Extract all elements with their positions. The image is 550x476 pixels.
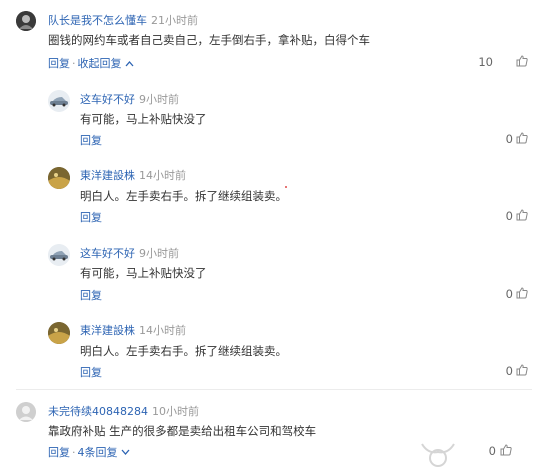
separator: ·	[72, 57, 76, 70]
thumbs-up-icon[interactable]	[516, 132, 528, 144]
thumbs-up-icon[interactable]	[500, 444, 512, 456]
reply-time: 9小时前	[139, 247, 179, 260]
reply-text: 有可能，马上补贴快没了	[80, 266, 207, 280]
reply-button[interactable]: 回复	[48, 446, 70, 459]
avatar[interactable]	[16, 402, 36, 422]
stray-dot	[285, 186, 287, 188]
reply-time: 14小时前	[139, 324, 186, 337]
comment-text: 圈钱的网约车或者自己卖自己，左手倒右手，拿补贴，白得个车	[48, 33, 370, 47]
reply-button[interactable]: 回复	[80, 364, 102, 380]
avatar[interactable]	[48, 90, 70, 112]
comment-username[interactable]: 未完待续40848284 10小时前	[48, 403, 199, 419]
reply-username[interactable]: 東洋建設株 14小时前	[80, 167, 186, 183]
avatar[interactable]	[48, 322, 70, 344]
reply-text: 明白人。左手卖右手。拆了继续组装卖。	[80, 344, 287, 358]
comment-time: 10小时前	[152, 405, 199, 418]
reply-actions: 回复 · 收起回复	[48, 55, 134, 71]
avatar[interactable]	[48, 244, 70, 266]
reply-actions: 回复 · 4条回复	[48, 444, 130, 460]
like-count: 0	[505, 364, 513, 378]
reply-button[interactable]: 回复	[80, 132, 102, 148]
reply-time: 14小时前	[139, 169, 186, 182]
divider	[16, 389, 532, 390]
collapse-replies-button[interactable]: 收起回复	[78, 57, 122, 70]
separator: ·	[72, 446, 76, 459]
thumbs-up-icon[interactable]	[516, 287, 528, 299]
like-count: 0	[488, 444, 496, 458]
thumbs-up-icon[interactable]	[516, 364, 528, 376]
comment-username[interactable]: 队长是我不怎么懂车 21小时前	[48, 12, 198, 28]
comment-text: 靠政府补贴 生产的很多都是卖给出租车公司和驾校车	[48, 424, 317, 438]
thumbs-up-icon[interactable]	[516, 209, 528, 221]
avatar[interactable]	[48, 167, 70, 189]
expand-replies-button[interactable]: 4条回复	[78, 446, 118, 459]
reply-text: 有可能，马上补贴快没了	[80, 112, 207, 126]
reply-time: 9小时前	[139, 93, 179, 106]
like-count: 0	[505, 132, 513, 146]
like-count: 0	[505, 287, 513, 301]
chevron-up-icon	[125, 57, 134, 70]
reply-button[interactable]: 回复	[80, 209, 102, 225]
like-count: 0	[505, 209, 513, 223]
like-count: 10	[478, 55, 493, 69]
reply-button[interactable]: 回复	[80, 287, 102, 303]
reply-button[interactable]: 回复	[48, 57, 70, 70]
reply-username[interactable]: 这车好不好 9小时前	[80, 91, 179, 107]
reply-username[interactable]: 这车好不好 9小时前	[80, 245, 179, 261]
reply-username[interactable]: 東洋建設株 14小时前	[80, 322, 186, 338]
avatar[interactable]	[16, 11, 36, 31]
thumbs-up-icon[interactable]	[516, 55, 528, 67]
reply-text: 明白人。左手卖右手。拆了继续组装卖。	[80, 189, 287, 203]
chevron-down-icon	[121, 446, 130, 459]
comment-time: 21小时前	[151, 14, 198, 27]
watermark-logo	[418, 440, 458, 473]
